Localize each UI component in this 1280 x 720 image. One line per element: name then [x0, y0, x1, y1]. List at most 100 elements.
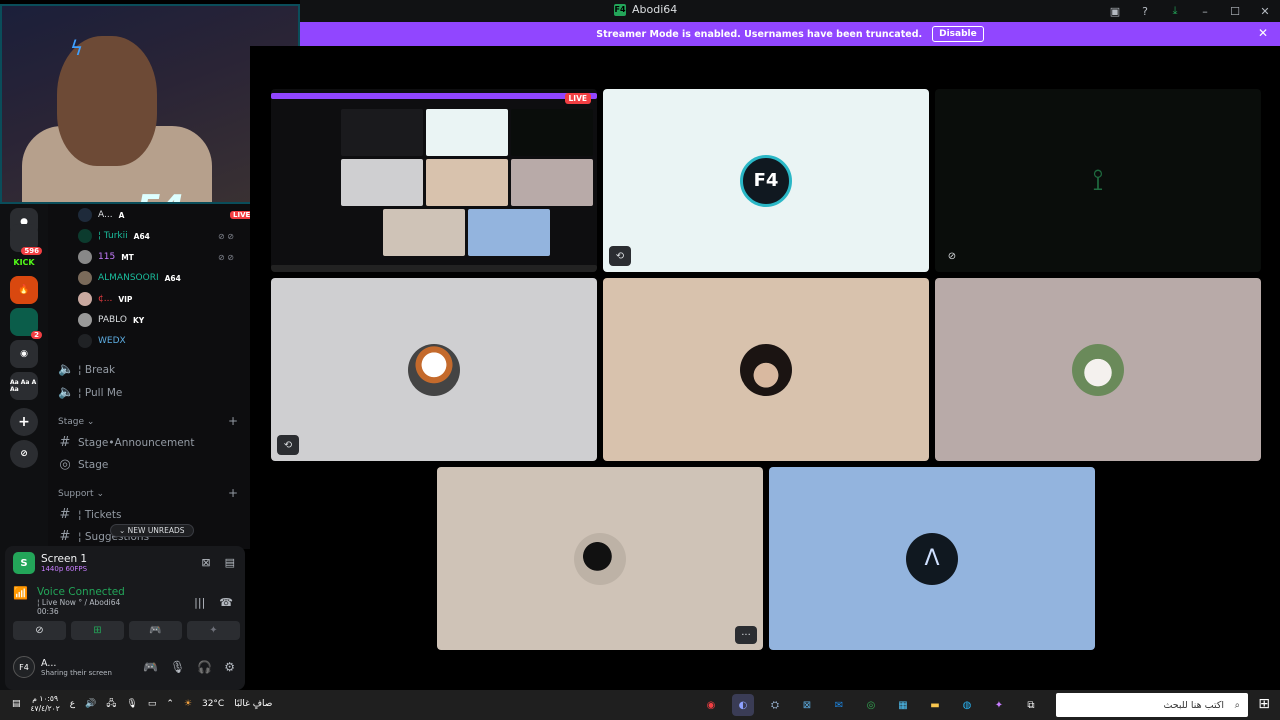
windows-start-icon[interactable]: ⊞	[1258, 696, 1270, 712]
user-bar-actions: 🎮 🎙 🎧 ⚙	[143, 660, 235, 674]
trident-logo-icon: ⟟	[1092, 163, 1104, 198]
add-channel-icon[interactable]: +	[228, 486, 238, 500]
server-icon[interactable]: 2	[10, 308, 42, 339]
activity-button[interactable]: 🎮	[129, 621, 182, 640]
notifications-icon[interactable]: ▤	[12, 699, 21, 709]
voice-status[interactable]: Voice Connected	[37, 586, 125, 598]
language-indicator[interactable]: ع	[70, 699, 75, 709]
headphones-icon[interactable]: 🎧	[197, 660, 212, 674]
inbox-icon[interactable]: ▣	[1100, 5, 1130, 18]
app-icon-outlook[interactable]: ✉	[828, 694, 850, 716]
tile-curly-hair[interactable]	[603, 278, 929, 461]
category-stage[interactable]: Stage ⌄	[58, 417, 94, 427]
banner-close-icon[interactable]: ✕	[1258, 26, 1268, 40]
member-row[interactable]: WEDX	[78, 332, 126, 350]
tile-wedx[interactable]: Ʌ	[769, 467, 1095, 650]
weather-icon[interactable]: ☀	[184, 699, 192, 709]
explore-icon[interactable]: ⊘	[10, 440, 38, 468]
screen-share-button[interactable]: ⊞	[71, 621, 124, 640]
minimize-icon[interactable]: –	[1190, 5, 1220, 18]
user-bar[interactable]: F4 A... Sharing their screen	[13, 656, 112, 678]
kick-server-icon[interactable]: KICK	[10, 248, 38, 276]
add-channel-icon[interactable]: +	[228, 414, 238, 428]
live-badge: LIVE	[564, 93, 591, 104]
app-icon-edge[interactable]: ◍	[956, 694, 978, 716]
app-icon-files[interactable]: ▬	[924, 694, 946, 716]
tile-f4[interactable]: F4 ⟲	[603, 89, 929, 272]
taskbar-search[interactable]: اكتب هنا للبحث ⌕	[1056, 693, 1248, 717]
stream-settings-icon[interactable]: ▤	[225, 556, 235, 569]
stage-channel[interactable]: ◎ Stage	[58, 457, 108, 472]
microphone-tray-icon[interactable]: 🎙	[126, 699, 137, 709]
weather-desc[interactable]: صافٍ غالبًا	[234, 699, 272, 709]
stop-stream-icon[interactable]: ⊠	[201, 556, 210, 569]
voice-channel-pull-me[interactable]: 🔈 ¦ Pull Me	[58, 385, 122, 400]
disable-button[interactable]: Disable	[932, 26, 984, 42]
battery-icon[interactable]: ▭	[148, 699, 157, 709]
member-row[interactable]: PABLO KY	[78, 311, 144, 329]
noise-suppression-icon[interactable]: |||	[194, 596, 205, 609]
voice-connection: 📶 Voice Connected ¦ Live Now ° / Abodi64…	[13, 586, 125, 616]
voice-channel-break[interactable]: 🔈 ¦ Break	[58, 362, 115, 377]
app-icon-steam[interactable]: ⛭	[764, 694, 786, 716]
task-view-icon[interactable]: ⧉	[1020, 694, 1042, 716]
app-icon-record[interactable]: ◉	[700, 694, 722, 716]
app-icon-discord[interactable]: ◐	[732, 694, 754, 716]
mini-tile	[426, 109, 508, 156]
fire-server-icon[interactable]: 🔥	[10, 276, 38, 304]
app-icon-store[interactable]: ▦	[892, 694, 914, 716]
camera-off-button[interactable]: ⊘	[13, 621, 66, 640]
tile-dark-logo[interactable]: ⟟ ⊘	[935, 89, 1261, 272]
tile-white-thobe[interactable]	[935, 278, 1261, 461]
text-channel-stage-announcement[interactable]: # Stage•Announcement	[58, 435, 195, 450]
stream-icon[interactable]: ⟲	[277, 435, 299, 455]
maximize-icon[interactable]: ☐	[1220, 5, 1250, 18]
soundboard-button[interactable]: ✦	[187, 621, 240, 640]
new-unreads-pill[interactable]: ⌄ NEW UNREADS	[110, 524, 194, 537]
voice-channel-path[interactable]: ¦ Live Now ° / Abodi64	[37, 598, 125, 607]
download-icon[interactable]: ⤓	[1160, 4, 1190, 18]
clock-date: ٤٧/٤/٢٠٢	[30, 704, 60, 713]
tray-chevron-icon[interactable]: ⌃	[166, 699, 174, 709]
app-icon-chrome[interactable]: ◎	[860, 694, 882, 716]
network-icon[interactable]: 🖧	[106, 696, 116, 712]
channel-label: ¦ Break	[78, 363, 116, 376]
stream-icon[interactable]: ⟲	[609, 246, 631, 266]
member-row[interactable]: A... A LIVE	[78, 206, 254, 224]
member-row[interactable]: 115 MT ⊘ ⊘	[78, 248, 234, 266]
disconnect-icon[interactable]: ☎	[219, 596, 233, 609]
controller-icon[interactable]: 🎮	[143, 660, 158, 674]
member-row[interactable]: ¢... VIP	[78, 290, 132, 308]
app-icon-capture[interactable]: ⊠	[796, 694, 818, 716]
help-icon[interactable]: ?	[1130, 5, 1160, 18]
category-support[interactable]: Support ⌄	[58, 489, 104, 499]
add-server-icon[interactable]: +	[10, 408, 38, 436]
mini-tile	[383, 209, 465, 256]
settings-icon[interactable]: ⚙	[224, 660, 235, 674]
server-folder-icon[interactable]: Aa Aa A Aa	[10, 372, 38, 400]
search-icon: ⌕	[1234, 699, 1240, 711]
speaker-icon: 🔈	[58, 385, 75, 400]
category-label: Stage	[58, 417, 85, 427]
mini-tile	[511, 109, 593, 156]
tile-silhouette[interactable]: ···	[437, 467, 763, 650]
app-icon-copilot[interactable]: ✦	[988, 694, 1010, 716]
voice-panel: S Screen 1 1440p 60FPS ⊠ ▤ 📶 Voice Conne…	[5, 546, 245, 690]
microphone-icon[interactable]: 🎙	[170, 660, 185, 674]
volume-icon[interactable]: 🔊	[85, 699, 96, 709]
screen-share-actions: ⊠ ▤	[201, 556, 235, 569]
server-icon[interactable]: ◉	[10, 340, 38, 368]
text-channel-tickets[interactable]: # ¦ Tickets	[58, 507, 122, 522]
close-icon[interactable]: ✕	[1250, 5, 1280, 18]
member-row[interactable]: ¦ Turkii A64 ⊘ ⊘	[78, 227, 234, 245]
member-name: ALMANSOORI	[98, 273, 159, 283]
f4-avatar: F4	[740, 154, 792, 207]
lightning-icon: ϟ	[70, 36, 84, 60]
tile-screen-share[interactable]: LIVE	[271, 89, 597, 272]
member-row[interactable]: ALMANSOORI A64	[78, 269, 181, 287]
more-options-button[interactable]: ···	[735, 626, 757, 644]
weather-temp[interactable]: 32°C	[202, 699, 224, 709]
mini-tile	[511, 159, 593, 206]
tile-basketball[interactable]: ⟲	[271, 278, 597, 461]
taskbar-clock[interactable]: ١٠:٥٩ م ٤٧/٤/٢٠٢	[31, 694, 60, 714]
